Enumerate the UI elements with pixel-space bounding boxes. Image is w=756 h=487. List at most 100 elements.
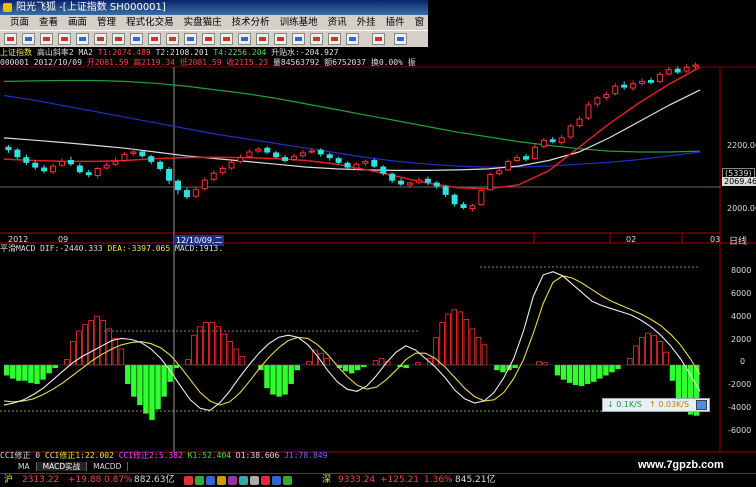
candle-body xyxy=(665,69,672,75)
status-icon[interactable] xyxy=(239,476,248,485)
macd-bar-negative xyxy=(500,364,506,373)
macd-bar-negative xyxy=(669,364,676,381)
candle-body xyxy=(183,190,190,198)
macd-bar-negative xyxy=(591,364,597,382)
macd-bar-positive xyxy=(239,356,246,366)
macd-bar-positive xyxy=(372,360,379,366)
toolbar-button[interactable] xyxy=(202,33,215,45)
toolbar-button[interactable] xyxy=(346,33,359,45)
menu-item[interactable]: 外挂 xyxy=(357,15,376,30)
menu-item[interactable]: 资讯 xyxy=(328,15,347,30)
toolbar-button[interactable] xyxy=(328,33,341,45)
macd-bar-positive xyxy=(626,358,633,366)
toolbar-button[interactable] xyxy=(58,33,71,45)
menu-item[interactable]: 训练基地 xyxy=(280,15,318,30)
macd-bar-negative xyxy=(585,364,591,384)
candle-body xyxy=(32,162,39,168)
menu-item[interactable]: 页面 xyxy=(10,15,29,30)
toolbar-button[interactable] xyxy=(148,33,161,45)
macd-bar-positive xyxy=(197,326,203,366)
draw-pen-tool[interactable] xyxy=(394,33,407,45)
macd-bar-negative xyxy=(46,364,52,374)
menu-item[interactable]: 画面 xyxy=(68,15,87,30)
candle-body xyxy=(130,151,137,154)
status-icon[interactable] xyxy=(272,476,281,485)
macd-bar-negative xyxy=(264,364,270,389)
toolbar-button[interactable] xyxy=(22,33,35,45)
status-icon[interactable] xyxy=(217,476,226,485)
menu-item[interactable]: 管理 xyxy=(97,15,116,30)
toolbar-button[interactable] xyxy=(220,33,233,45)
candle-body xyxy=(85,172,92,176)
candle-body xyxy=(273,152,280,158)
cci-e: D1:38.606 xyxy=(235,451,280,460)
toolbar-button[interactable] xyxy=(76,33,89,45)
toolbar-button[interactable] xyxy=(94,33,107,45)
candle-body xyxy=(656,73,663,82)
menu-item[interactable]: 查看 xyxy=(39,15,58,30)
candle-body xyxy=(362,160,369,164)
macd-bar-negative xyxy=(52,364,58,369)
macd-bar-negative xyxy=(276,364,282,397)
candle-body xyxy=(433,182,440,187)
menu-item[interactable]: 实盘猫庄 xyxy=(184,15,222,30)
macd-bar-positive xyxy=(457,311,464,366)
status-icon[interactable] xyxy=(195,476,204,485)
status-icon[interactable] xyxy=(261,476,270,485)
toolbar-button[interactable] xyxy=(274,33,287,45)
macd-bar-positive xyxy=(185,359,191,366)
macd-bar-positive xyxy=(439,322,445,366)
macd-bar-negative xyxy=(137,364,143,406)
menu-item[interactable]: 插件 xyxy=(386,15,405,30)
draw-line-tool[interactable] xyxy=(372,33,385,45)
network-speed-widget[interactable]: ↓ 0.1K/S ↑ 0.03K/S xyxy=(602,398,710,412)
menu-item[interactable]: 窗 xyxy=(415,15,425,30)
toolbar-button[interactable] xyxy=(292,33,305,45)
toolbar-button[interactable] xyxy=(112,33,125,45)
candle-body xyxy=(487,174,494,191)
tab-macd-shizhan[interactable]: MACD实战 xyxy=(36,462,88,471)
toolbar-button[interactable] xyxy=(310,33,323,45)
candle-body xyxy=(380,166,387,174)
menu-item[interactable]: 技术分析 xyxy=(232,15,270,30)
menu-item[interactable]: 程式化交易 xyxy=(126,15,174,30)
status-icon[interactable] xyxy=(206,476,215,485)
toolbar-button[interactable] xyxy=(256,33,269,45)
status-icon[interactable] xyxy=(184,476,193,485)
indicator-tabs: MA MACD实战 MACDD xyxy=(0,462,610,471)
macd-bar-positive xyxy=(633,345,639,366)
macd-bar-negative xyxy=(143,364,149,414)
download-speed: ↓ 0.1K/S xyxy=(607,400,642,409)
status-icon[interactable] xyxy=(228,476,237,485)
toolbar-button[interactable] xyxy=(238,33,251,45)
candle-body xyxy=(67,159,74,165)
empty-area xyxy=(428,0,756,47)
macd-lines xyxy=(3,271,701,411)
candle-body xyxy=(291,156,297,161)
macd-bar-positive xyxy=(191,334,197,366)
macd-bar-positive xyxy=(324,358,330,366)
toolbar-button[interactable] xyxy=(184,33,197,45)
moving-average-lines xyxy=(3,66,701,190)
candle-body xyxy=(612,85,619,95)
candle-body xyxy=(148,156,155,162)
candle-body xyxy=(576,118,583,127)
status-icon[interactable] xyxy=(250,476,259,485)
toolbar-button[interactable] xyxy=(130,33,143,45)
toolbar-button[interactable] xyxy=(40,33,53,45)
status-bar: 沪 2313.22 +19.88 0.87% 882.63亿 深 9333.24… xyxy=(0,473,756,487)
candle-body xyxy=(192,189,199,197)
candle-body xyxy=(157,161,164,169)
period-day-button[interactable]: 日线 xyxy=(729,234,747,247)
toolbar-button[interactable] xyxy=(4,33,17,45)
tab-ma[interactable]: MA xyxy=(0,462,37,471)
status-icon[interactable] xyxy=(283,476,292,485)
candle-body xyxy=(201,179,208,190)
candle-body xyxy=(41,167,48,172)
tab-macdd[interactable]: MACDD xyxy=(87,462,129,471)
macd-bar-negative xyxy=(294,364,300,371)
candle-body xyxy=(14,149,21,158)
toolbar-button[interactable] xyxy=(166,33,179,45)
macd-bar-positive xyxy=(657,341,663,366)
macd-bar-positive xyxy=(415,362,421,366)
